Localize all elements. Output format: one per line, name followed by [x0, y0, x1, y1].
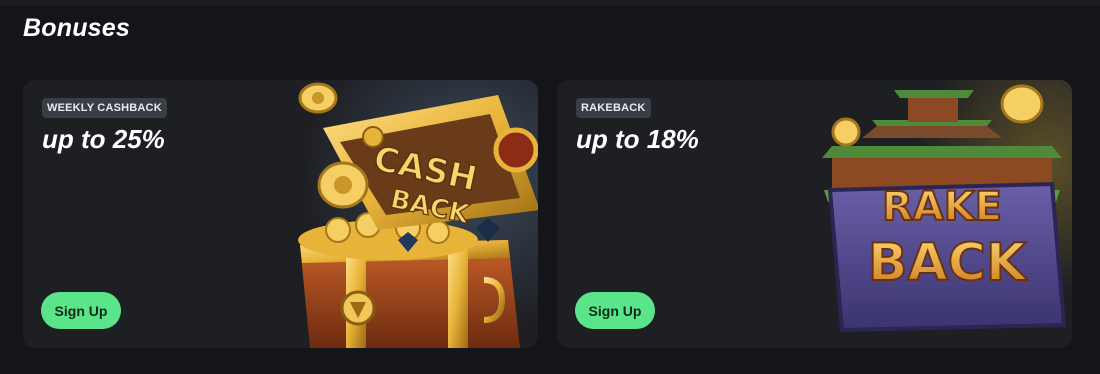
- sign-up-button[interactable]: Sign Up: [575, 292, 655, 329]
- bonus-badge: WEEKLY CASHBACK: [42, 98, 167, 118]
- flying-coin-icon: [298, 82, 338, 114]
- bonus-headline: up to 25%: [42, 124, 165, 154]
- bonus-card-rakeback[interactable]: RAKE BACK RAKEBACK up to 18% Sign Up: [557, 80, 1072, 348]
- bonus-headline: up to 18%: [576, 124, 699, 154]
- section-title: Bonuses: [23, 14, 130, 42]
- rake-back-art-line1: RAKE: [882, 184, 1002, 230]
- flying-coin-icon: [831, 117, 861, 147]
- sign-up-button[interactable]: Sign Up: [41, 292, 121, 329]
- flying-coin-icon: [1000, 84, 1044, 124]
- bonus-card-weekly-cashback[interactable]: CASH BACK WEEKLY CASHBACK up to 25% Sign…: [23, 80, 538, 348]
- treasure-chest-illustration: CASH BACK: [258, 80, 538, 348]
- rake-back-art-line2: BACK: [868, 233, 1028, 293]
- flying-coin-icon: [317, 161, 369, 209]
- rakeback-pagoda-illustration: RAKE BACK: [812, 80, 1072, 348]
- bonus-badge: RAKEBACK: [576, 98, 651, 118]
- top-strip: [0, 0, 1100, 6]
